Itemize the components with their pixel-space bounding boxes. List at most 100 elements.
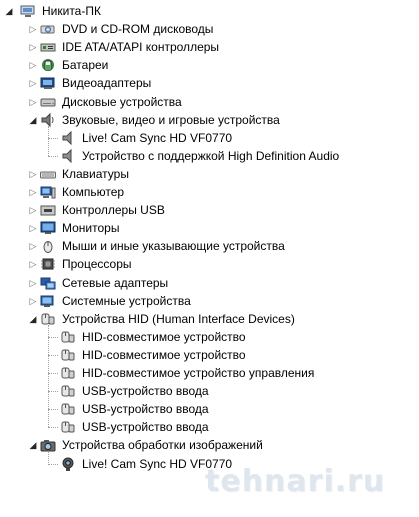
tree-node-category[interactable]: ▷ Видеоадаптеры <box>0 74 419 92</box>
tree-connector <box>48 324 49 428</box>
expand-arrow-icon[interactable]: ▷ <box>28 255 38 273</box>
keyboard-icon <box>40 166 56 182</box>
tree-node-category[interactable]: ▷ IDE ATA/ATAPI контроллеры <box>0 38 419 56</box>
expand-arrow-icon[interactable]: ▷ <box>28 74 38 92</box>
collapse-arrow-icon[interactable]: ◢ <box>28 111 38 129</box>
expand-arrow-icon[interactable]: ▷ <box>28 219 38 237</box>
tree-connector <box>48 137 58 139</box>
hid-device-icon <box>60 401 76 417</box>
expand-arrow-icon[interactable]: ▷ <box>28 237 38 255</box>
battery-icon <box>40 57 56 73</box>
tree-node-category[interactable]: ▷ Мониторы <box>0 219 419 237</box>
category-label: Мониторы <box>62 221 120 236</box>
device-label: USB-устройство ввода <box>82 420 209 435</box>
tree-connector <box>48 451 49 464</box>
expand-arrow-icon[interactable]: ▷ <box>28 201 38 219</box>
category-label: Системные устройства <box>62 293 191 308</box>
tree-node-root[interactable]: ◢ Никита-ПК <box>0 2 419 20</box>
tree-node-category[interactable]: ◢ Устройства HID (Human Interface Devices… <box>0 310 419 328</box>
expand-arrow-icon[interactable]: ▷ <box>28 56 38 74</box>
device-label: USB-устройство ввода <box>82 384 209 399</box>
tree-node-category[interactable]: ◢ Звуковые, видео и игровые устройства <box>0 111 419 129</box>
disk-drive-icon <box>40 94 56 110</box>
category-label: Видеоадаптеры <box>62 76 152 91</box>
category-label: Компьютер <box>62 185 125 199</box>
category-label: Клавиатуры <box>62 166 129 181</box>
expand-arrow-icon[interactable]: ▷ <box>28 38 38 56</box>
processor-icon <box>40 256 56 272</box>
audio-device-icon <box>60 148 76 164</box>
root-label: Никита-ПК <box>42 4 101 18</box>
tree-node-category[interactable]: ▷ Компьютер <box>0 183 419 201</box>
tree-node-category[interactable]: ▷ DVD и CD-ROM дисководы <box>0 20 419 38</box>
display-adapter-icon <box>40 75 56 91</box>
hid-device-icon <box>60 329 76 345</box>
tree-connector <box>48 463 58 465</box>
tree-connector <box>48 427 58 429</box>
tree-node-device[interactable]: HID-совместимое устройство <box>0 328 419 346</box>
watermark: tehnari.ru <box>205 464 386 499</box>
tree-node-device[interactable]: Live! Cam Sync HD VF0770 <box>0 129 419 147</box>
tree-node-category[interactable]: ▷ Батареи <box>0 56 419 74</box>
collapse-arrow-icon[interactable]: ◢ <box>28 436 38 454</box>
tree-node-category[interactable]: ▷ Дисковые устройства <box>0 93 419 111</box>
hid-device-icon <box>60 419 76 435</box>
tree-node-device[interactable]: HID-совместимое устройство <box>0 346 419 364</box>
tree-node-category[interactable]: ▷ Сетевые адаптеры <box>0 274 419 292</box>
tree-connector <box>48 354 58 356</box>
hid-device-icon <box>60 365 76 381</box>
tree-node-category[interactable]: ▷ Контроллеры USB <box>0 201 419 219</box>
tree-node-device[interactable]: Устройство с поддержкой High Definition … <box>0 147 419 165</box>
category-label: Дисковые устройства <box>62 94 182 109</box>
category-label: Звуковые, видео и игровые устройства <box>62 112 280 127</box>
computer-icon <box>40 184 56 200</box>
category-label: DVD и CD-ROM дисководы <box>62 22 214 37</box>
device-label: HID-совместимое устройство <box>82 347 246 362</box>
category-label: Устройства обработки изображений <box>62 438 263 453</box>
tree-node-device[interactable]: USB-устройство ввода <box>0 400 419 418</box>
category-label: IDE ATA/ATAPI контроллеры <box>62 40 220 55</box>
tree-connector <box>48 125 49 156</box>
hid-device-icon <box>60 383 76 399</box>
hid-device-icon <box>60 347 76 363</box>
expand-arrow-icon[interactable]: ▷ <box>28 183 38 201</box>
category-label: Процессоры <box>62 257 132 272</box>
system-device-icon <box>40 293 56 309</box>
category-label: Мыши и иные указывающие устройства <box>62 239 285 254</box>
device-manager-tree: ◢ Никита-ПК ▷ DVD и CD-ROM дисководы ▷ IDE AT… <box>0 0 419 517</box>
category-label: Батареи <box>62 58 109 73</box>
tree-node-category[interactable]: ◢ Устройства обработки изображений <box>0 436 419 454</box>
category-label: Устройства HID (Human Interface Devices) <box>62 311 295 326</box>
expand-arrow-icon[interactable]: ▷ <box>28 292 38 310</box>
tree-node-category[interactable]: ▷ Мыши и иные указывающие устройства <box>0 237 419 255</box>
tree-node-device[interactable]: USB-устройство ввода <box>0 382 419 400</box>
monitor-icon <box>40 220 56 236</box>
tree-connector <box>48 373 58 374</box>
tree-node-category[interactable]: ▷ Клавиатуры <box>0 165 419 183</box>
root-computer-icon <box>20 3 36 19</box>
webcam-icon <box>60 456 76 472</box>
dvd-drive-icon <box>40 21 56 37</box>
network-adapter-icon <box>40 275 56 291</box>
expand-arrow-icon[interactable]: ▷ <box>28 165 38 183</box>
tree-node-device[interactable]: USB-устройство ввода <box>0 418 419 436</box>
category-label: Сетевые адаптеры <box>62 275 169 290</box>
tree-node-device[interactable]: HID-совместимое устройство управления <box>0 364 419 382</box>
expand-arrow-icon[interactable]: ▷ <box>28 93 38 111</box>
collapse-arrow-icon[interactable]: ◢ <box>28 310 38 328</box>
mouse-icon <box>40 238 56 254</box>
ide-controller-icon <box>40 39 56 55</box>
tree-connector <box>48 336 58 338</box>
device-label: USB-устройство ввода <box>82 402 209 417</box>
device-label: Устройство с поддержкой High Definition … <box>82 148 340 163</box>
expand-arrow-icon[interactable]: ▷ <box>28 274 38 292</box>
collapse-arrow-icon[interactable]: ◢ <box>4 2 14 20</box>
tree-node-category[interactable]: ▷ Системные устройства <box>0 292 419 310</box>
tree-connector <box>48 391 58 393</box>
expand-arrow-icon[interactable]: ▷ <box>28 20 38 38</box>
device-label: HID-совместимое устройство управления <box>82 366 315 380</box>
category-label: Контроллеры USB <box>62 203 165 218</box>
tree-connector <box>48 409 58 411</box>
device-label: Live! Cam Sync HD VF0770 <box>82 130 233 145</box>
tree-node-category[interactable]: ▷ Процессоры <box>0 255 419 273</box>
